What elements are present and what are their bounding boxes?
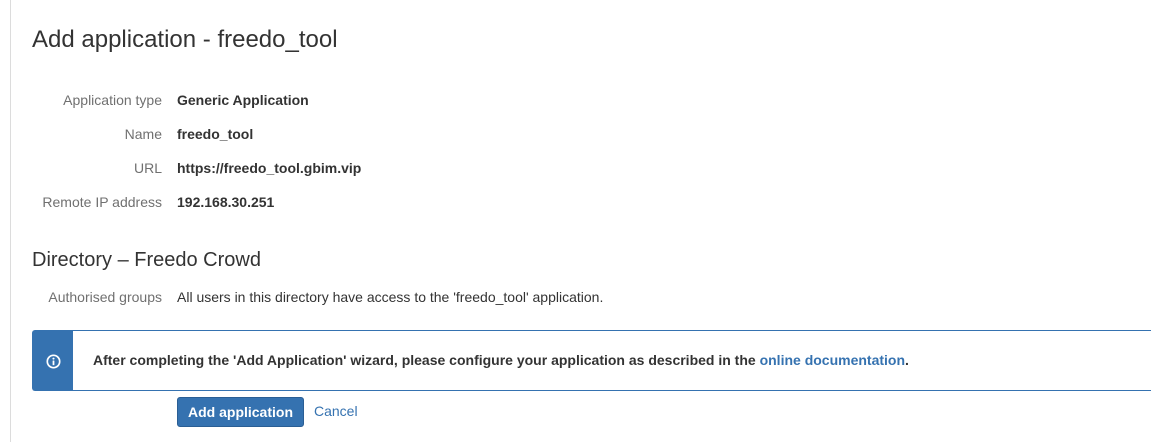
name-label: Name	[124, 126, 162, 142]
info-banner-message-suffix: .	[905, 352, 909, 368]
application-type-value: Generic Application	[177, 92, 309, 108]
cancel-link[interactable]: Cancel	[314, 403, 358, 419]
remote-ip-value: 192.168.30.251	[177, 194, 275, 210]
authorised-groups-label: Authorised groups	[48, 289, 162, 305]
info-banner: After completing the 'Add Application' w…	[32, 330, 1151, 391]
online-documentation-link[interactable]: online documentation	[760, 352, 905, 368]
info-banner-icon-strip	[33, 331, 73, 390]
remote-ip-row: Remote IP address 192.168.30.251	[0, 192, 1100, 212]
url-value: https://freedo_tool.gbim.vip	[177, 160, 362, 176]
remote-ip-label: Remote IP address	[42, 194, 162, 210]
add-application-button[interactable]: Add application	[177, 397, 304, 427]
page-left-border	[10, 0, 11, 442]
name-row: Name freedo_tool	[0, 124, 1100, 144]
directory-section-title: Directory – Freedo Crowd	[32, 249, 261, 271]
url-label: URL	[133, 160, 162, 176]
authorised-groups-row: Authorised groups All users in this dire…	[0, 287, 1100, 307]
url-row: URL https://freedo_tool.gbim.vip	[0, 158, 1100, 178]
info-banner-message-prefix: After completing the 'Add Application' w…	[93, 352, 760, 368]
page-title: Add application - freedo_tool	[32, 26, 338, 53]
application-type-label: Application type	[63, 92, 162, 108]
info-icon	[46, 354, 61, 374]
application-type-row: Application type Generic Application	[0, 90, 1100, 110]
info-banner-message: After completing the 'Add Application' w…	[93, 352, 909, 368]
authorised-groups-value: All users in this directory have access …	[177, 289, 604, 305]
name-value: freedo_tool	[177, 126, 254, 142]
